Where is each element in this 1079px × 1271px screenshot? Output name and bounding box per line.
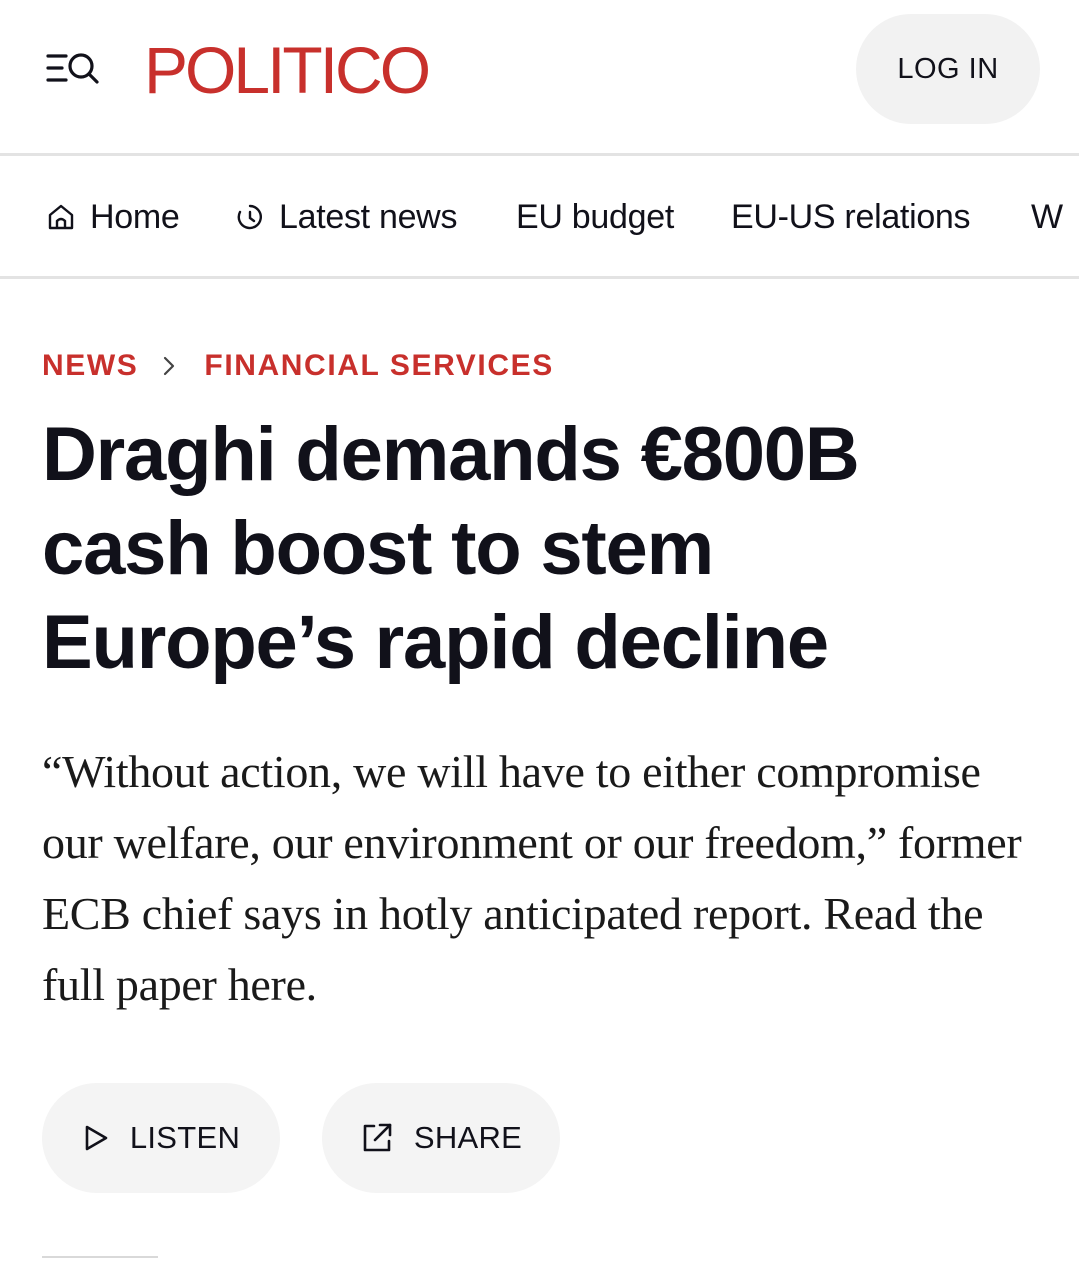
nav-item-eu-us-relations[interactable]: EU-US relations: [731, 195, 971, 239]
nav-item-label: Latest news: [279, 197, 458, 236]
share-icon: [363, 1123, 392, 1152]
article-dek: “Without action, we will have to either …: [42, 746, 1022, 1010]
share-button[interactable]: SHARE: [322, 1083, 560, 1193]
nav-item-label: Home: [90, 197, 180, 236]
login-button[interactable]: LOG IN: [856, 14, 1040, 124]
nav-item-eu-budget[interactable]: EU budget: [516, 195, 674, 239]
nav-item-home[interactable]: Home: [46, 195, 180, 239]
home-icon: [48, 204, 74, 230]
breadcrumb-financial-services[interactable]: FINANCIAL SERVICES: [204, 349, 553, 383]
clock-icon: [237, 204, 262, 230]
content-divider: [42, 1256, 158, 1258]
nav-item-label: W: [1031, 197, 1063, 236]
nav-item-label: EU budget: [516, 197, 674, 236]
listen-label: LISTEN: [129, 1120, 241, 1155]
header-divider: [0, 153, 1079, 156]
nav-item-label: EU-US relations: [731, 197, 971, 236]
menu-search-icon[interactable]: [44, 48, 102, 90]
breadcrumb-news[interactable]: NEWS: [42, 349, 138, 383]
nav-item-latest-news[interactable]: Latest news: [235, 195, 457, 239]
page: POLITICO LOG IN Home Latest news EU budg…: [0, 0, 1079, 1271]
share-label: SHARE: [413, 1120, 523, 1155]
nav-divider: [0, 276, 1079, 279]
breadcrumb: NEWS FINANCIAL SERVICES: [42, 346, 554, 386]
site-header: POLITICO LOG IN: [0, 0, 1079, 154]
listen-button[interactable]: LISTEN: [42, 1083, 280, 1193]
chevron-right-icon: [162, 355, 176, 377]
play-icon: [85, 1125, 108, 1151]
article-headline: Draghi demands €800B cash boost to stem …: [42, 412, 860, 685]
section-nav: Home Latest news EU budget EU-US relatio…: [0, 157, 1079, 275]
site-logo[interactable]: POLITICO: [144, 30, 431, 110]
nav-item-more[interactable]: W: [1031, 195, 1063, 239]
